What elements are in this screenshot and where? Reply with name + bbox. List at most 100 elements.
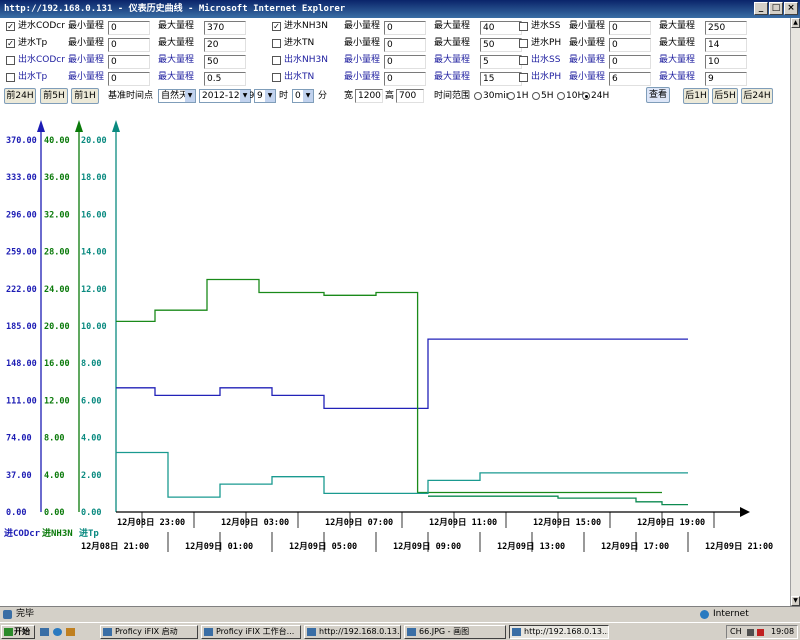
- y-tick-label: 6.00: [81, 396, 101, 406]
- scroll-up-icon[interactable]: ▲: [791, 18, 800, 28]
- y-tick-label: 36.00: [44, 173, 70, 183]
- time-range-radio[interactable]: [532, 92, 540, 100]
- min-range-input[interactable]: 0: [609, 55, 651, 69]
- height-input[interactable]: 700: [396, 89, 424, 103]
- channel-checkbox[interactable]: [272, 73, 281, 82]
- y-tick-label: 0.00: [6, 508, 26, 518]
- prev-5h-button[interactable]: 前5H: [40, 88, 68, 104]
- time-range-radio[interactable]: [474, 92, 482, 100]
- channel-name: 出水CODcr: [18, 55, 65, 65]
- minute-select[interactable]: 0 ▼: [292, 89, 314, 103]
- y-tick-label: 74.00: [6, 434, 32, 444]
- quick-launch-desktop-icon[interactable]: [40, 628, 49, 636]
- quick-launch-outlook-icon[interactable]: [66, 628, 75, 636]
- series-line-0: [116, 338, 688, 410]
- ime-indicator[interactable]: CH: [730, 626, 742, 638]
- period-select[interactable]: 自然天 ▼: [158, 89, 196, 103]
- channel-checkbox[interactable]: [272, 56, 281, 65]
- channel-name: 进水TN: [284, 38, 315, 48]
- channel-name: 进水NH3N: [284, 21, 328, 31]
- network-icon[interactable]: [757, 629, 764, 636]
- view-button[interactable]: 查看: [646, 87, 670, 103]
- max-range-input[interactable]: 10: [705, 55, 747, 69]
- y-tick-label: 4.00: [81, 434, 101, 444]
- time-range-label: 时间范围: [434, 91, 471, 101]
- scroll-down-icon[interactable]: ▼: [791, 596, 800, 606]
- y-tick-label: 20.00: [44, 322, 70, 332]
- min-range-input[interactable]: 0: [609, 21, 651, 35]
- y-tick-label: 12.00: [44, 396, 70, 406]
- taskbar-app-button[interactable]: Proficy iFIX 启动: [100, 625, 198, 639]
- taskbar-app-label: Proficy iFIX 启动: [115, 627, 178, 636]
- time-range-radio[interactable]: [557, 92, 565, 100]
- channel-checkbox[interactable]: [519, 22, 528, 31]
- min-range-input[interactable]: 0: [108, 72, 150, 86]
- hour-select[interactable]: 9 ▼: [254, 89, 276, 103]
- channel-checkbox[interactable]: ✓: [6, 39, 15, 48]
- close-button[interactable]: ×: [784, 2, 798, 15]
- min-range-input[interactable]: 0: [384, 55, 426, 69]
- next-1h-button[interactable]: 后1H: [683, 88, 709, 104]
- quick-launch-ie-icon[interactable]: [53, 628, 62, 636]
- time-range-radio[interactable]: [507, 92, 515, 100]
- minimize-button[interactable]: _: [754, 2, 768, 15]
- max-range-input[interactable]: 250: [705, 21, 747, 35]
- taskbar-app-button[interactable]: http://192.168.0.13...: [304, 625, 401, 639]
- min-range-input[interactable]: 0: [108, 21, 150, 35]
- min-range-input[interactable]: 0: [384, 21, 426, 35]
- max-range-input[interactable]: 0.5: [204, 72, 246, 86]
- min-range-label: 最小量程: [344, 72, 381, 82]
- minute-value: 0: [295, 91, 301, 101]
- channel-name: 出水TN: [284, 72, 315, 82]
- prev-24h-button[interactable]: 前24H: [4, 88, 36, 104]
- taskbar-app-button[interactable]: 66.JPG - 画图: [404, 625, 506, 639]
- clock: 19:08: [771, 627, 795, 636]
- channel-checkbox[interactable]: ✓: [272, 22, 281, 31]
- max-range-input[interactable]: 15: [480, 72, 522, 86]
- channel-checkbox[interactable]: ✓: [6, 22, 15, 31]
- prev-1h-button[interactable]: 前1H: [71, 88, 99, 104]
- app-icon: [103, 628, 112, 636]
- max-range-label: 最大量程: [659, 38, 696, 48]
- min-range-input[interactable]: 0: [108, 38, 150, 52]
- start-button[interactable]: 开始: [1, 625, 35, 639]
- max-range-input[interactable]: 5: [480, 55, 522, 69]
- max-range-input[interactable]: 50: [204, 55, 246, 69]
- channel-checkbox[interactable]: [6, 73, 15, 82]
- max-range-input[interactable]: 20: [204, 38, 246, 52]
- max-range-input[interactable]: 9: [705, 72, 747, 86]
- min-range-input[interactable]: 0: [609, 38, 651, 52]
- channel-checkbox[interactable]: [6, 56, 15, 65]
- channel-checkbox[interactable]: [272, 39, 281, 48]
- y-tick-label: 259.00: [6, 248, 37, 258]
- y-tick-label: 12.00: [81, 285, 107, 295]
- min-range-input[interactable]: 0: [384, 38, 426, 52]
- channel-checkbox[interactable]: [519, 56, 528, 65]
- maximize-button[interactable]: □: [769, 2, 783, 15]
- max-range-input[interactable]: 50: [480, 38, 522, 52]
- channel-name: 出水NH3N: [284, 55, 328, 65]
- min-range-input[interactable]: 0: [384, 72, 426, 86]
- max-range-input[interactable]: 14: [705, 38, 747, 52]
- width-input[interactable]: 1200: [355, 89, 383, 103]
- time-range-option-label: 1H: [516, 91, 529, 101]
- min-range-input[interactable]: 6: [609, 72, 651, 86]
- min-range-label: 最小量程: [68, 72, 105, 82]
- taskbar-app-button[interactable]: http://192.168.0.13...: [509, 625, 609, 639]
- channel-checkbox[interactable]: [519, 73, 528, 82]
- max-range-input[interactable]: 370: [204, 21, 246, 35]
- taskbar-app-button[interactable]: Proficy iFIX 工作台...: [201, 625, 301, 639]
- max-range-input[interactable]: 40: [480, 21, 522, 35]
- y-axis-title: 进NH3N: [42, 527, 73, 539]
- min-range-input[interactable]: 0: [108, 55, 150, 69]
- channel-checkbox[interactable]: [519, 39, 528, 48]
- max-range-label: 最大量程: [158, 38, 195, 48]
- time-range-radio[interactable]: [582, 92, 590, 100]
- next-5h-button[interactable]: 后5H: [712, 88, 738, 104]
- vertical-scrollbar[interactable]: ▲ ▼: [790, 18, 800, 606]
- next-24h-button[interactable]: 后24H: [741, 88, 773, 104]
- y-tick-label: 37.00: [6, 471, 32, 481]
- series-line-1: [116, 278, 662, 494]
- volume-icon[interactable]: [747, 629, 754, 636]
- date-select[interactable]: 2012-12-09 ▼: [199, 89, 254, 103]
